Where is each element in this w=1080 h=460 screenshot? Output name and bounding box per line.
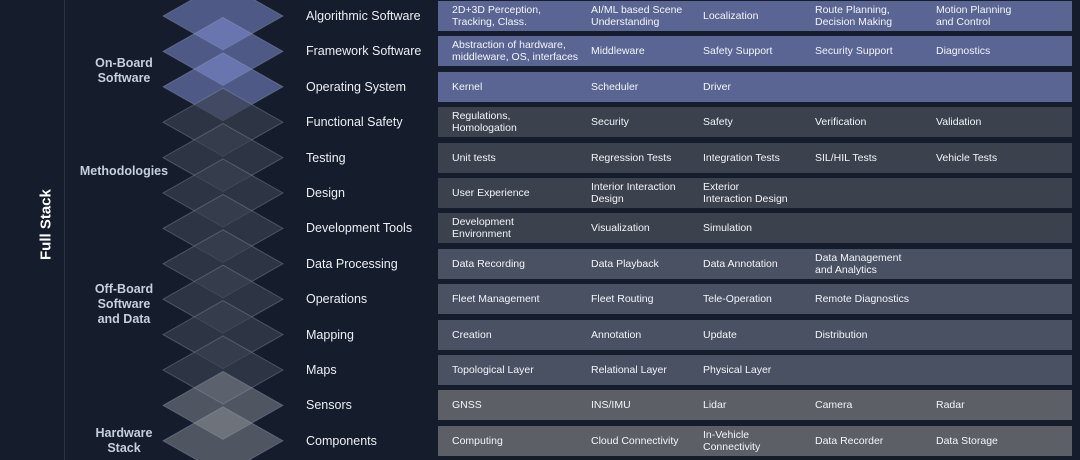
row-cell: Driver <box>703 80 731 93</box>
row-cell: In-Vehicle Connectivity <box>703 428 761 453</box>
row-cell: Computing <box>452 434 503 447</box>
layer-label: Maps <box>306 363 337 377</box>
table-row: Topological Layer Relational Layer Physica… <box>438 355 1072 385</box>
row-cell: Middleware <box>591 45 645 58</box>
row-cell: Radar <box>936 399 965 412</box>
row-cell: Integration Tests <box>703 151 780 164</box>
row-cell: Kernel <box>452 80 483 93</box>
layer-stack-graphic <box>161 0 285 460</box>
layer-label: Data Processing <box>306 256 398 271</box>
divider-line <box>64 0 65 460</box>
table-row: Kernel Scheduler Driver <box>438 71 1072 102</box>
row-cell: SIL/HIL Tests <box>815 151 877 164</box>
row-cell: Exterior Interaction Design <box>703 181 788 205</box>
row-cell: Lidar <box>703 399 727 412</box>
row-cell: Regulations, Homologation <box>452 110 517 135</box>
layer-label: Algorithmic Software <box>306 9 421 23</box>
row-cell: Regression Tests <box>591 151 672 164</box>
row-cell: Fleet Routing <box>591 293 654 306</box>
row-cell: Localization <box>703 10 759 22</box>
layer-label: Testing <box>306 150 346 165</box>
table-row: Fleet Management Fleet Routing Tele-Operat… <box>438 284 1072 315</box>
row-cell: Update <box>703 328 737 341</box>
row-cell: Topological Layer <box>452 364 534 376</box>
row-cell: Data Recorder <box>815 434 884 447</box>
table-row: Development Environment Visualization Simu… <box>438 213 1072 244</box>
row-cell: Simulation <box>703 222 753 235</box>
row-cell: AI/ML based Scene Understanding <box>591 4 683 28</box>
row-cell: 2D+3D Perception, Tracking, Class. <box>452 4 542 28</box>
row-cell: Vehicle Tests <box>936 151 998 164</box>
layer-label: Operations <box>306 292 368 307</box>
layer-label: Components <box>306 433 377 448</box>
full-stack-title: Full Stack <box>37 189 55 260</box>
row-cell: Route Planning, Decision Making <box>815 4 893 28</box>
row-cell: Fleet Management <box>452 293 540 306</box>
layer-label: Development Tools <box>306 221 413 236</box>
row-cell: Data Annotation <box>703 257 778 270</box>
layer-label: Sensors <box>306 398 352 413</box>
row-cell: Development Environment <box>452 216 514 241</box>
row-cell: Security <box>591 116 629 129</box>
row-cell: Remote Diagnostics <box>815 293 909 306</box>
table-row: Unit tests Regression Tests Integration Te… <box>438 142 1072 173</box>
row-cell: Scheduler <box>591 80 639 93</box>
table-row: Computing Cloud Connectivity In-Vehicle Co… <box>438 425 1072 456</box>
layer-label: Operating System <box>306 79 407 94</box>
row-cell: Motion Planning and Control <box>936 4 1012 28</box>
layer-label: Design <box>306 186 345 200</box>
row-cell: Data Management and Analytics <box>815 251 902 276</box>
row-cell: Tele-Operation <box>703 293 772 306</box>
layer-label: Mapping <box>306 327 354 342</box>
row-cell: Data Playback <box>591 257 659 270</box>
row-cell: Safety Support <box>703 45 773 58</box>
row-cell: Security Support <box>815 45 893 58</box>
table-row: Data Recording Data Playback Data Annotati… <box>438 248 1072 279</box>
row-cell: Unit tests <box>452 151 496 164</box>
table-row: 2D+3D Perception, Tracking, Class. AI/ML … <box>438 1 1072 31</box>
row-cell: User Experience <box>452 187 530 199</box>
row-cell: Visualization <box>591 222 650 235</box>
row-cell: Creation <box>452 328 492 341</box>
row-cell: Validation <box>936 116 982 129</box>
row-cell: Safety <box>703 116 733 129</box>
row-cell: Camera <box>815 399 853 412</box>
row-cell: Verification <box>815 116 867 129</box>
row-cell: Distribution <box>815 328 868 341</box>
table-row: User Experience Interior Interaction Desi… <box>438 178 1072 208</box>
row-cell: Data Storage <box>936 434 998 447</box>
table-row: Creation Annotation Update Distribution <box>438 319 1072 350</box>
table-row: Abstraction of hardware, middleware, OS,… <box>438 36 1072 67</box>
table-row: GNSS INS/IMU Lidar Camera Radar <box>438 390 1072 421</box>
table-row: Regulations, Homologation Security Safety V… <box>438 107 1072 138</box>
full-stack-diagram: Full Stack On-Board Software Methodologies… <box>0 0 1080 460</box>
row-cell: INS/IMU <box>591 399 631 412</box>
row-cell: Cloud Connectivity <box>591 434 679 447</box>
row-cell: Abstraction of hardware, middleware, OS,… <box>452 39 579 64</box>
row-cell: Diagnostics <box>936 45 991 58</box>
row-cell: Interior Interaction Design <box>591 181 676 205</box>
row-cell: Relational Layer <box>591 364 667 376</box>
layer-label: Framework Software <box>306 44 422 59</box>
row-cell: GNSS <box>452 399 482 412</box>
layer-label: Functional Safety <box>306 115 403 130</box>
row-cell: Physical Layer <box>703 364 772 376</box>
row-cell: Annotation <box>591 328 642 341</box>
row-cell: Data Recording <box>452 257 525 270</box>
